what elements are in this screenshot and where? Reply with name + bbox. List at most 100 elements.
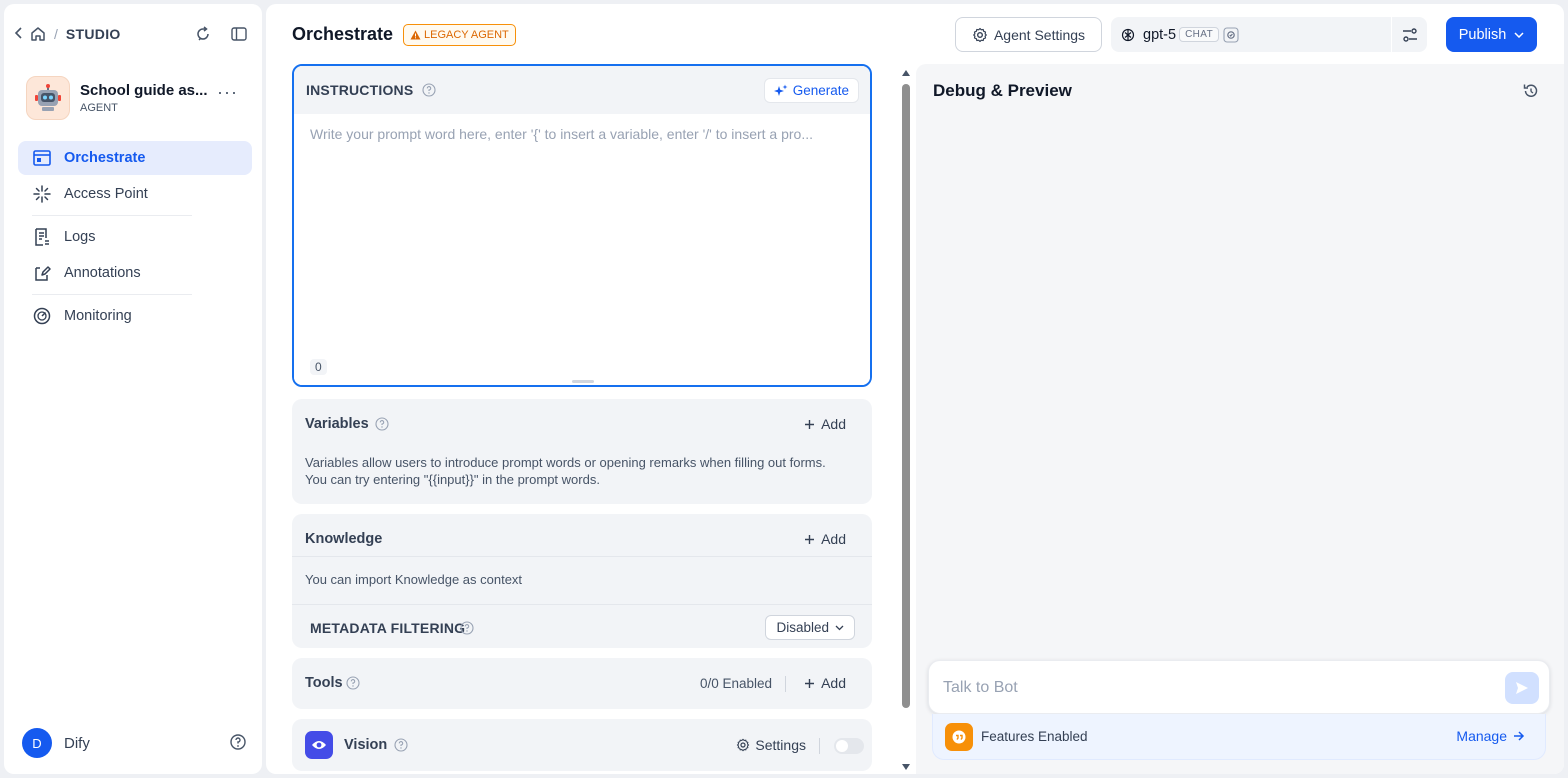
help-icon[interactable] [346, 676, 360, 690]
manage-features-link[interactable]: Manage [1456, 728, 1525, 744]
eye-icon [305, 731, 333, 759]
char-count: 0 [310, 359, 327, 375]
sidebar-item-label: Orchestrate [64, 150, 146, 166]
generate-label: Generate [792, 83, 849, 98]
instructions-panel: INSTRUCTIONS Generate 0 [292, 64, 872, 387]
add-label: Add [821, 531, 846, 547]
help-icon[interactable] [230, 734, 248, 752]
tools-title: Tools [305, 675, 343, 691]
agent-settings-button[interactable]: Agent Settings [955, 17, 1102, 52]
breadcrumb-studio[interactable]: STUDIO [66, 26, 121, 42]
help-icon[interactable] [394, 738, 408, 752]
features-enabled-label: Features Enabled [981, 729, 1088, 744]
sidebar-toggle-icon[interactable] [230, 25, 248, 43]
chevron-down-icon [1514, 31, 1524, 38]
refresh-apps-icon[interactable] [194, 25, 212, 43]
vision-toggle[interactable] [834, 738, 864, 754]
chevron-down-icon [835, 625, 844, 630]
workspace-name[interactable]: Dify [64, 735, 90, 752]
robot-avatar-icon [26, 76, 70, 120]
sidebar-item-monitoring[interactable]: Monitoring [18, 299, 252, 333]
app-info[interactable]: School guide as... AGENT ··· [26, 74, 252, 122]
sidebar-item-annotations[interactable]: Annotations [18, 256, 252, 290]
plus-icon [805, 419, 815, 429]
instructions-title: INSTRUCTIONS [306, 82, 414, 98]
chevron-left-icon[interactable] [14, 26, 26, 42]
home-icon[interactable] [30, 26, 46, 42]
add-tool-button[interactable]: Add [804, 675, 846, 691]
add-label: Add [821, 416, 846, 432]
sidebar-item-label: Monitoring [64, 308, 132, 324]
sidebar-item-logs[interactable]: Logs [18, 220, 252, 254]
quote-bubble-icon [945, 723, 973, 751]
knowledge-description: You can import Knowledge as context [305, 572, 523, 587]
breadcrumb: / STUDIO [14, 22, 248, 46]
more-options-icon[interactable]: ··· [217, 82, 238, 103]
sidebar-item-orchestrate[interactable]: Orchestrate [18, 141, 252, 175]
breadcrumb-separator: / [54, 26, 58, 42]
sidebar-item-label: Annotations [64, 265, 141, 281]
publish-button[interactable]: Publish [1446, 17, 1537, 52]
sidebar-item-label: Logs [64, 229, 96, 245]
scrollbar[interactable] [902, 70, 910, 770]
add-label: Add [821, 675, 846, 691]
scroll-up-arrow-icon[interactable] [902, 70, 910, 76]
help-icon[interactable] [460, 621, 474, 635]
terminal-window-icon [32, 148, 52, 168]
edit-note-icon [32, 263, 52, 283]
file-list-icon [32, 227, 52, 247]
chat-input-box [928, 660, 1550, 714]
scroll-thumb[interactable] [902, 84, 910, 708]
manage-label: Manage [1456, 728, 1507, 744]
variables-description: Variables allow users to introduce promp… [305, 455, 826, 487]
vision-card: Vision Settings [292, 719, 872, 771]
gear-icon [737, 738, 750, 752]
user-account[interactable]: D Dify [22, 728, 252, 758]
plus-icon [805, 534, 815, 544]
features-bar: Features Enabled Manage [932, 714, 1546, 760]
sidebar: / STUDIO School guide as... AGENT ··· Or… [4, 4, 262, 774]
restart-icon[interactable] [1522, 82, 1540, 100]
model-feature-icon [1223, 26, 1239, 43]
chat-input[interactable] [943, 675, 1483, 701]
model-name: gpt-5 [1143, 26, 1177, 43]
help-icon[interactable] [375, 417, 389, 431]
tools-enabled-count: 0/0 Enabled [699, 676, 772, 691]
scroll-down-arrow-icon[interactable] [902, 764, 910, 770]
model-selector[interactable]: gpt-5 CHAT [1111, 17, 1427, 52]
debug-title: Debug & Preview [933, 81, 1072, 100]
add-variable-button[interactable]: Add [804, 416, 846, 432]
avatar[interactable]: D [22, 728, 52, 758]
divider [785, 676, 786, 692]
sidebar-item-label: Access Point [64, 186, 148, 202]
sidebar-item-access-point[interactable]: Access Point [18, 177, 252, 211]
plus-icon [805, 678, 815, 688]
sliders-icon [1402, 27, 1417, 42]
divider [819, 738, 820, 754]
debug-preview-panel: Debug & Preview Features Enabled Manage [916, 64, 1564, 774]
help-icon[interactable] [422, 83, 436, 97]
sidebar-nav: Orchestrate Access Point Logs Annotation… [18, 141, 252, 335]
vision-settings-button[interactable]: Settings [736, 737, 806, 753]
resize-handle[interactable] [572, 380, 594, 383]
agent-settings-label: Agent Settings [993, 26, 1086, 43]
page-title: Orchestrate [292, 24, 394, 44]
arrow-right-icon [1514, 731, 1525, 741]
metadata-filtering-label: METADATA FILTERING [310, 620, 466, 636]
settings-label: Settings [755, 737, 806, 753]
metadata-filtering-value: Disabled [776, 620, 829, 635]
divider [292, 556, 872, 557]
legacy-badge-label: LEGACY AGENT [424, 29, 509, 41]
instructions-input[interactable] [294, 114, 870, 385]
send-button[interactable] [1505, 672, 1539, 704]
model-params-button[interactable] [1391, 17, 1427, 52]
nav-divider [32, 294, 192, 295]
main-panel: Orchestrate LEGACY AGENT Agent Settings … [266, 4, 1564, 774]
legacy-agent-badge: LEGACY AGENT [403, 24, 516, 46]
gauge-icon [32, 306, 52, 326]
add-knowledge-button[interactable]: Add [804, 531, 846, 547]
knowledge-title: Knowledge [305, 531, 383, 547]
generate-button[interactable]: Generate [763, 78, 859, 103]
publish-label: Publish [1458, 26, 1507, 43]
metadata-filtering-select[interactable]: Disabled [765, 615, 855, 640]
